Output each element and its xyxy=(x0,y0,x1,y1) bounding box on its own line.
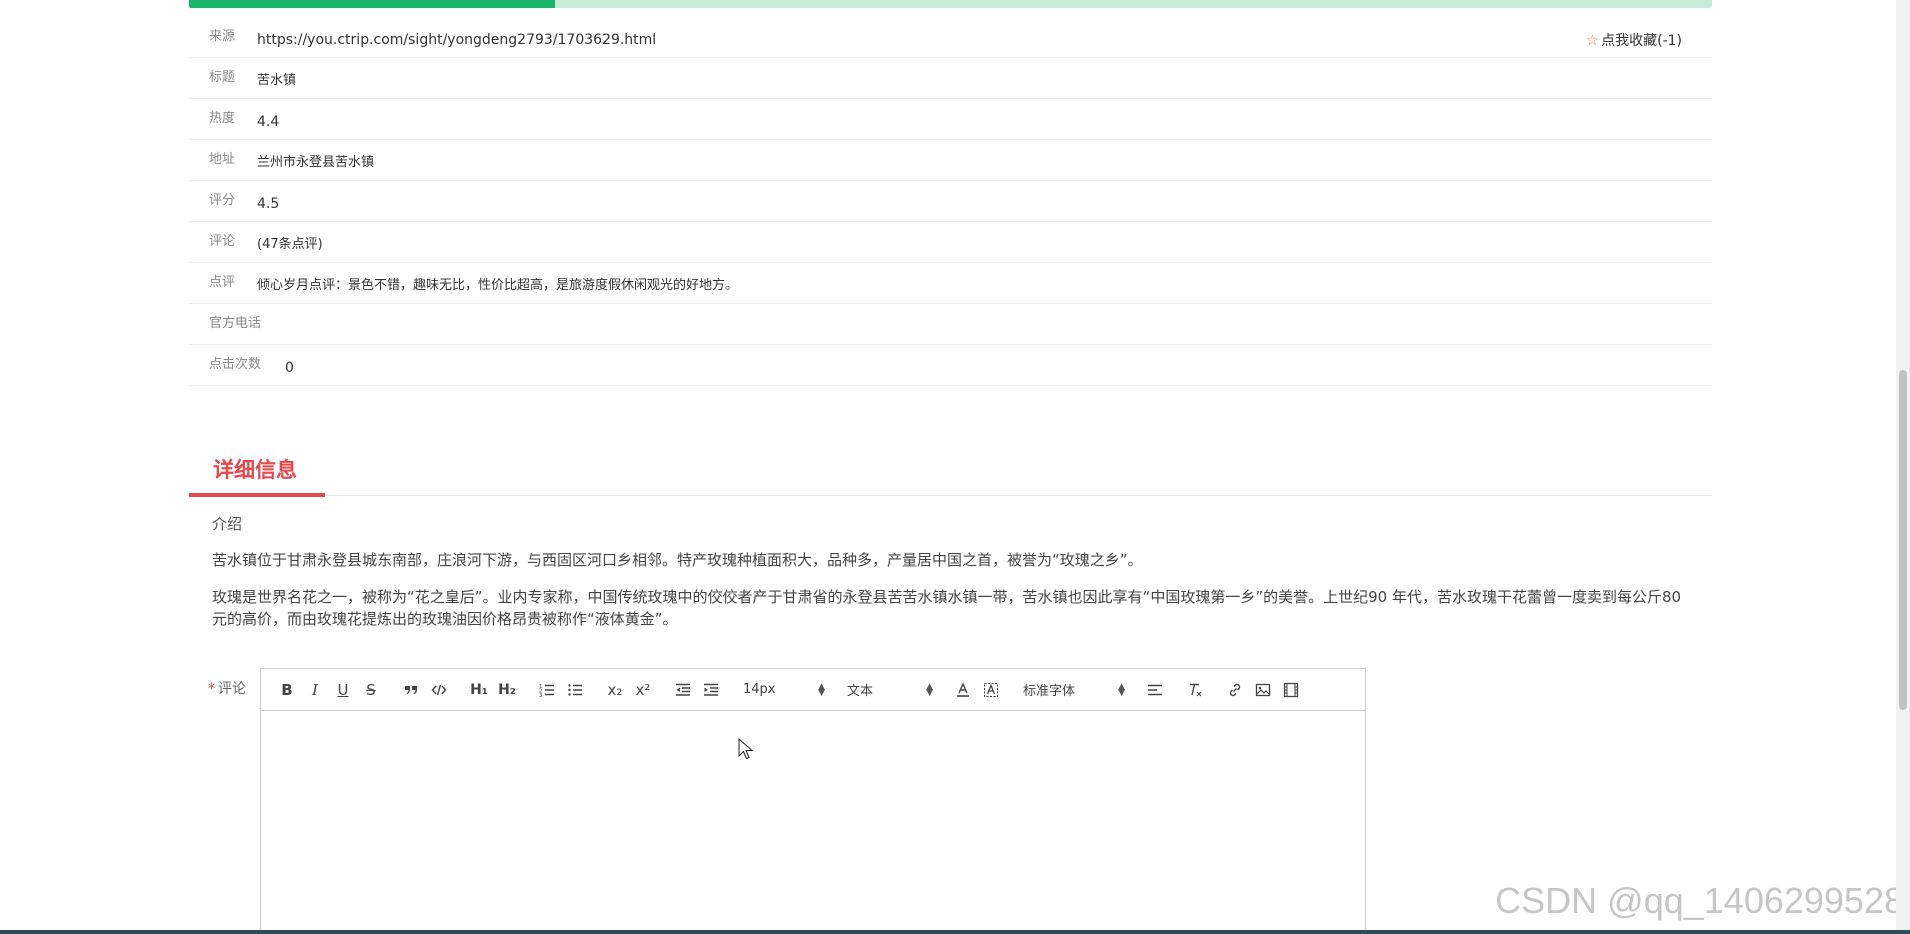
favorite-label: 点我收藏(-1) xyxy=(1601,33,1682,49)
indent-icon xyxy=(704,683,718,696)
indent-button[interactable] xyxy=(697,676,725,704)
outdent-button[interactable] xyxy=(669,676,697,704)
vertical-scrollbar[interactable] xyxy=(1896,0,1910,934)
star-outline-icon: ☆ xyxy=(1585,31,1600,49)
comment-label-text: 评论 xyxy=(218,681,246,697)
select-arrows-icon: ▲ ▼ xyxy=(926,681,933,698)
progress-fill xyxy=(189,0,555,8)
image-icon xyxy=(1255,683,1271,696)
bottom-strip xyxy=(0,930,1910,934)
progress-bar xyxy=(189,0,1712,8)
detail-section-header: 详细信息 xyxy=(189,446,1712,497)
info-row-rating: 评分 4.5 xyxy=(189,181,1712,222)
info-table: 来源 https://you.ctrip.com/sight/yongdeng2… xyxy=(189,17,1712,386)
comment-editor-area[interactable] xyxy=(261,711,1365,934)
comments-value: (47条点评) xyxy=(257,237,323,252)
heat-value: 4.4 xyxy=(257,114,280,130)
required-mark: * xyxy=(208,681,215,697)
info-row-address: 地址 兰州市永登县苦水镇 xyxy=(189,140,1712,181)
font-size-value: 14px xyxy=(743,682,776,697)
align-left-icon xyxy=(1148,684,1162,695)
section-title: 详细信息 xyxy=(213,458,297,482)
review-value: 倾心岁月点评：景色不错，趣味无比，性价比超高，是旅游度假休闲观光的好地方。 xyxy=(257,278,739,293)
select-arrows-icon: ▲ ▼ xyxy=(1118,681,1125,698)
ordered-list-icon: 123 xyxy=(539,684,554,698)
phone-label: 官方电话 xyxy=(209,316,262,331)
align-button[interactable] xyxy=(1141,676,1169,704)
font-family-select[interactable]: 标准字体 ▲ ▼ xyxy=(1019,676,1129,704)
title-label: 标题 xyxy=(209,70,236,85)
info-row-clicks: 点击次数 0 xyxy=(189,345,1712,386)
ordered-list-button[interactable]: 123 xyxy=(533,676,561,704)
strike-button[interactable]: S xyxy=(357,676,385,704)
link-icon xyxy=(1229,683,1241,696)
image-button[interactable] xyxy=(1249,676,1277,704)
source-link[interactable]: https://you.ctrip.com/sight/yongdeng2793… xyxy=(257,20,656,60)
header-value: 文本 xyxy=(847,684,874,699)
address-label: 地址 xyxy=(209,152,236,167)
bold-button[interactable]: B xyxy=(273,676,301,704)
highlight-icon xyxy=(984,682,998,697)
rating-label: 评分 xyxy=(209,193,236,208)
favorite-button[interactable]: ☆ 点我收藏(-1) xyxy=(1586,20,1682,61)
video-icon xyxy=(1283,682,1299,697)
code-block-button[interactable] xyxy=(425,676,453,704)
intro-paragraph: 苦水镇位于甘肃永登县城东南部，庄浪河下游，与西固区河口乡相邻。特产玫瑰种植面积大… xyxy=(212,551,1143,569)
rating-value: 4.5 xyxy=(257,196,280,212)
review-label: 点评 xyxy=(209,275,236,290)
text-color-icon xyxy=(957,681,969,697)
background-color-button[interactable] xyxy=(977,676,1005,704)
underline-button[interactable]: U xyxy=(329,676,357,704)
text-color-button[interactable] xyxy=(949,676,977,704)
outdent-icon xyxy=(676,683,690,696)
info-row-review: 点评 倾心岁月点评：景色不错，趣味无比，性价比超高，是旅游度假休闲观光的好地方。 xyxy=(189,263,1712,304)
info-row-title: 标题 苦水镇 xyxy=(189,58,1712,99)
bullet-list-icon xyxy=(568,683,582,696)
title-value: 苦水镇 xyxy=(257,73,297,88)
clicks-label: 点击次数 xyxy=(209,357,262,372)
code-icon xyxy=(431,684,447,695)
video-button[interactable] xyxy=(1277,676,1305,704)
superscript-button[interactable]: x² xyxy=(629,676,657,704)
heading1-button[interactable]: H₁ xyxy=(465,676,493,704)
comment-label: * 评论 xyxy=(208,678,246,698)
info-row-comments: 评论 (47条点评) xyxy=(189,222,1712,263)
subscript-button[interactable]: x₂ xyxy=(601,676,629,704)
clear-format-icon xyxy=(1190,683,1202,696)
heading2-button[interactable]: H₂ xyxy=(493,676,521,704)
scrollbar-thumb[interactable] xyxy=(1899,370,1907,710)
comments-label: 评论 xyxy=(209,234,236,249)
rich-text-editor: B I U S H₁ H₂ 123 x₂ x² 14px ▲ ▼ 文本 ▲ ▼ … xyxy=(260,668,1366,934)
blockquote-button[interactable] xyxy=(397,676,425,704)
address-value: 兰州市永登县苦水镇 xyxy=(257,155,375,170)
bullet-list-button[interactable] xyxy=(561,676,589,704)
editor-toolbar: B I U S H₁ H₂ 123 x₂ x² 14px ▲ ▼ 文本 ▲ ▼ … xyxy=(261,669,1365,711)
heat-label: 热度 xyxy=(209,111,236,126)
source-label: 来源 xyxy=(209,29,236,44)
font-family-value: 标准字体 xyxy=(1023,684,1076,699)
link-button[interactable] xyxy=(1221,676,1249,704)
watermark: CSDN @qq_1406299528 xyxy=(1495,880,1904,921)
intro-label: 介绍 xyxy=(212,515,243,533)
quote-icon xyxy=(405,685,417,694)
info-row-heat: 热度 4.4 xyxy=(189,99,1712,140)
clear-format-button[interactable] xyxy=(1181,676,1209,704)
italic-button[interactable]: I xyxy=(301,676,329,704)
svg-text:3: 3 xyxy=(539,693,542,698)
mouse-cursor-icon xyxy=(738,738,754,760)
font-size-select[interactable]: 14px ▲ ▼ xyxy=(739,676,829,704)
page: 来源 https://you.ctrip.com/sight/yongdeng2… xyxy=(0,0,1910,934)
info-row-phone: 官方电话 xyxy=(189,304,1712,345)
clicks-value: 0 xyxy=(285,360,294,376)
header-select[interactable]: 文本 ▲ ▼ xyxy=(843,676,937,704)
intro-paragraph: 玫瑰是世界名花之一，被称为“花之皇后”。业内专家称，中国传统玫瑰中的佼佼者产于甘… xyxy=(212,588,1682,628)
select-arrows-icon: ▲ ▼ xyxy=(818,681,825,698)
info-row-source: 来源 https://you.ctrip.com/sight/yongdeng2… xyxy=(189,17,1712,58)
section-underline xyxy=(189,493,325,497)
